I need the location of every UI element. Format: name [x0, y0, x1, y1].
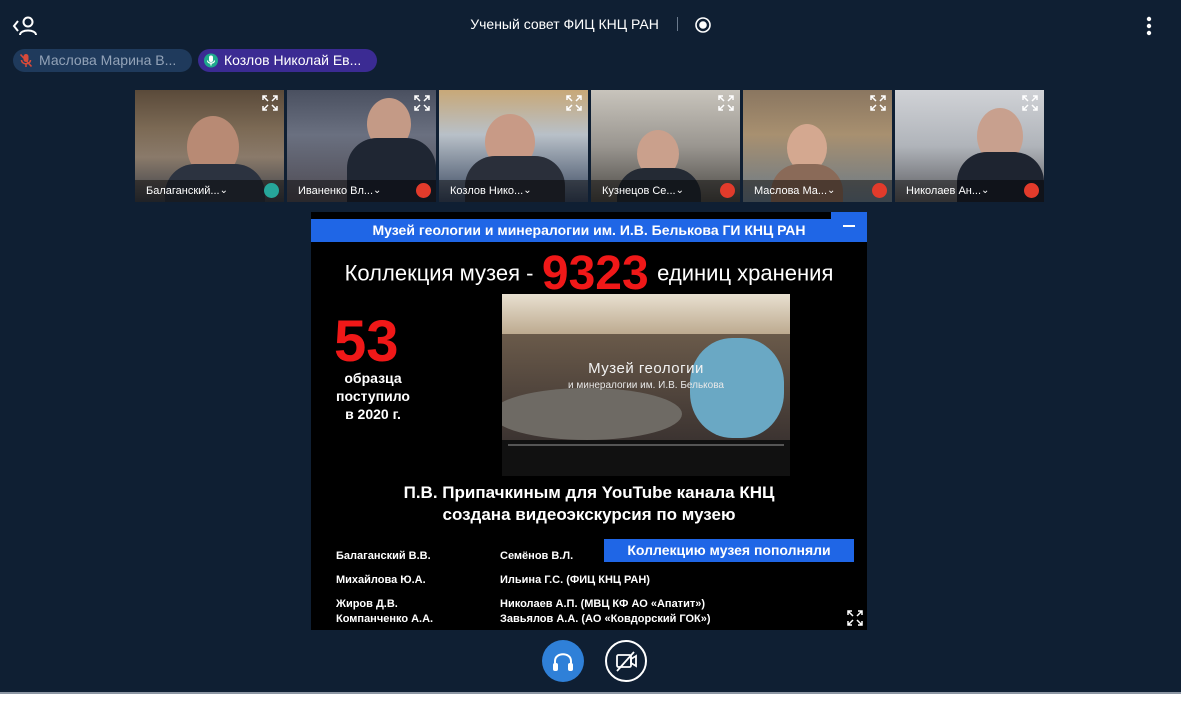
- conference-title: Ученый совет ФИЦ КНЦ РАН: [470, 16, 659, 32]
- contributors-title: Коллекцию музея пополняли: [604, 539, 854, 562]
- contributors-right: Ильина Г.С. (ФИЦ КНЦ РАН): [500, 574, 650, 586]
- headphones-icon: [264, 183, 279, 198]
- speaker-chip-label: Маслова Марина В...: [39, 52, 177, 68]
- chevron-down-icon: ⌄: [827, 185, 836, 196]
- participant-tile[interactable]: Иваненко Вл... ⌄: [287, 90, 436, 202]
- speaker-chip-active[interactable]: Козлов Николай Ев...: [198, 49, 377, 72]
- record-icon[interactable]: [694, 17, 711, 33]
- shared-presentation[interactable]: Музей геологии и минералогии им. И.В. Бе…: [311, 212, 867, 630]
- participant-name: Иваненко Вл... ⌄: [287, 180, 436, 202]
- camera-toggle-button[interactable]: [605, 640, 647, 682]
- participant-name: Балаганский... ⌄: [135, 180, 284, 202]
- video-subtitle: и минералогии им. И.В. Белькова: [568, 380, 724, 391]
- chevron-down-icon: ⌄: [523, 185, 532, 196]
- title-separator: [677, 17, 679, 31]
- speaker-chip-label: Козлов Николай Ев...: [224, 52, 362, 68]
- chevron-down-icon: ⌄: [219, 185, 228, 196]
- mic-muted-icon: [872, 183, 887, 198]
- camera-off-icon: [616, 651, 637, 672]
- more-vertical-icon[interactable]: [1137, 14, 1161, 38]
- participant-tile[interactable]: Николаев Ан... ⌄: [895, 90, 1044, 202]
- contributors-left: Балаганский В.В.: [336, 550, 431, 562]
- minimize-icon[interactable]: [831, 212, 867, 240]
- contributors-left: Михайлова Ю.А.: [336, 574, 426, 586]
- mic-icon: [204, 53, 218, 68]
- window-bottom-edge: [0, 694, 1181, 702]
- chevron-down-icon: ⌄: [675, 185, 684, 196]
- youtube-caption: П.В. Припачкиным для YouTube канала КНЦ …: [403, 483, 775, 524]
- contributors-right: Николаев А.П. (МВЦ КФ АО «Апатит») Завья…: [500, 598, 711, 625]
- chevron-down-icon: ⌄: [373, 185, 382, 196]
- contributors-right: Семёнов В.Л.: [500, 550, 574, 562]
- expand-icon[interactable]: [414, 95, 430, 111]
- expand-icon[interactable]: [847, 610, 863, 626]
- headphones-icon: [553, 653, 573, 671]
- audio-button[interactable]: [542, 640, 584, 682]
- participant-name: Николаев Ан... ⌄: [895, 180, 1044, 202]
- top-bar: Ученый совет ФИЦ КНЦ РАН: [0, 0, 1181, 50]
- collection-heading: Коллекция музея - 9323 единиц хранения: [311, 246, 867, 301]
- participant-tile[interactable]: Кузнецов Се... ⌄: [591, 90, 740, 202]
- mic-muted-icon: [1024, 183, 1039, 198]
- expand-icon[interactable]: [566, 95, 582, 111]
- participant-name: Маслова Ма... ⌄: [743, 180, 892, 202]
- participant-tile-active[interactable]: Козлов Нико... ⌄: [439, 90, 588, 202]
- slide-header: Музей геологии и минералогии им. И.В. Бе…: [311, 219, 867, 242]
- participant-tile[interactable]: Балаганский... ⌄: [135, 90, 284, 202]
- expand-icon[interactable]: [262, 95, 278, 111]
- collection-prefix: Коллекция музея -: [344, 260, 534, 286]
- collection-suffix: единиц хранения: [657, 260, 834, 286]
- participant-name: Козлов Нико... ⌄: [439, 180, 588, 202]
- video-title: Музей геологии: [588, 360, 704, 377]
- contributors-left: Жиров Д.В. Компанченко А.А.: [336, 598, 434, 625]
- title-area: Ученый совет ФИЦ КНЦ РАН: [0, 16, 1181, 34]
- expand-icon[interactable]: [1022, 95, 1038, 111]
- participant-name: Кузнецов Се... ⌄: [591, 180, 740, 202]
- mic-muted-icon: [19, 53, 33, 68]
- received-caption: образца поступило в 2020 г.: [336, 370, 410, 422]
- participant-tile[interactable]: Маслова Ма... ⌄: [743, 90, 892, 202]
- collection-count: 9323: [541, 247, 649, 300]
- mic-muted-icon: [416, 183, 431, 198]
- video-thumbnail[interactable]: Музей геологии и минералогии им. И.В. Бе…: [502, 294, 790, 476]
- received-count: 53: [334, 309, 399, 374]
- mic-muted-icon: [720, 183, 735, 198]
- chevron-down-icon: ⌄: [981, 185, 990, 196]
- speaker-chip-muted[interactable]: Маслова Марина В...: [13, 49, 192, 72]
- expand-icon[interactable]: [718, 95, 734, 111]
- expand-icon[interactable]: [870, 95, 886, 111]
